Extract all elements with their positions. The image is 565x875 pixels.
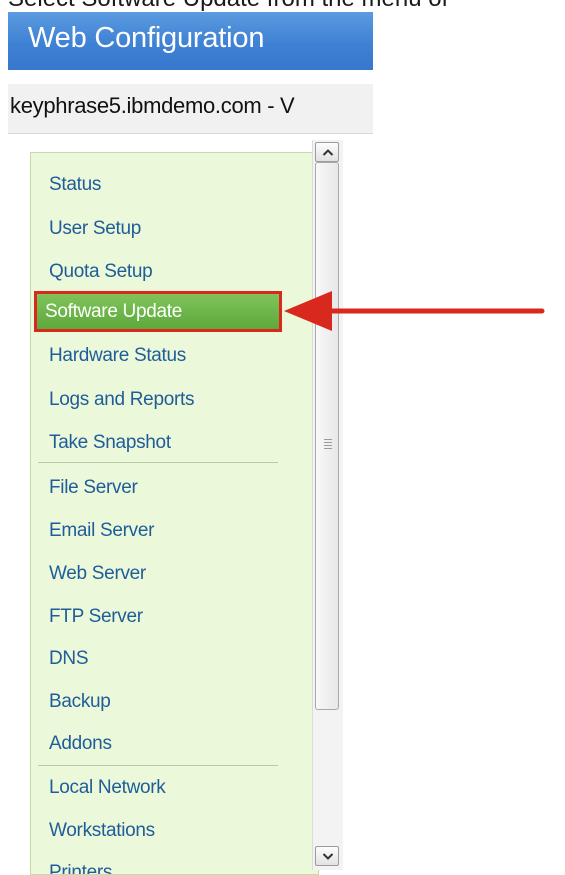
- nav-item-logs-and-reports[interactable]: Logs and Reports: [49, 389, 194, 411]
- nav-item-take-snapshot[interactable]: Take Snapshot: [49, 432, 171, 454]
- nav-item-label: Software Update: [45, 301, 183, 322]
- app-title: Web Configuration: [28, 22, 265, 54]
- host-label: keyphrase5.ibmdemo.com - V: [10, 93, 295, 118]
- nav-menu: Status User Setup Quota Setup Hardware S…: [30, 152, 319, 875]
- nav-item-hardware-status[interactable]: Hardware Status: [49, 345, 186, 367]
- chevron-up-icon: [322, 149, 334, 156]
- nav-item-quota-setup[interactable]: Quota Setup: [49, 261, 153, 283]
- nav-item-file-server[interactable]: File Server: [49, 477, 138, 499]
- nav-item-user-setup[interactable]: User Setup: [49, 218, 141, 240]
- nav-divider: [38, 765, 278, 766]
- grip-icon: [324, 439, 332, 451]
- nav-item-dns[interactable]: DNS: [49, 648, 89, 670]
- scrollbar[interactable]: [312, 140, 343, 870]
- nav-item-web-server[interactable]: Web Server: [49, 563, 146, 585]
- nav-item-local-network[interactable]: Local Network: [49, 777, 166, 799]
- scroll-up-button[interactable]: [315, 142, 339, 162]
- nav-item-backup[interactable]: Backup: [49, 691, 111, 713]
- nav-item-status[interactable]: Status: [49, 174, 101, 196]
- scroll-down-button[interactable]: [315, 846, 339, 866]
- nav-item-printers[interactable]: Printers: [49, 862, 112, 874]
- app-title-bar: Web Configuration: [8, 12, 373, 70]
- nav-item-addons[interactable]: Addons: [49, 733, 112, 755]
- host-bar: keyphrase5.ibmdemo.com - V: [8, 84, 373, 134]
- nav-item-ftp-server[interactable]: FTP Server: [49, 606, 143, 628]
- nav-item-workstations[interactable]: Workstations: [49, 820, 155, 842]
- nav-item-software-update[interactable]: Software Update: [34, 291, 282, 332]
- scroll-thumb[interactable]: [315, 162, 339, 710]
- nav-divider: [38, 462, 278, 463]
- chevron-down-icon: [322, 853, 334, 860]
- nav-item-email-server[interactable]: Email Server: [49, 520, 154, 542]
- arrow-left-icon: [284, 291, 545, 331]
